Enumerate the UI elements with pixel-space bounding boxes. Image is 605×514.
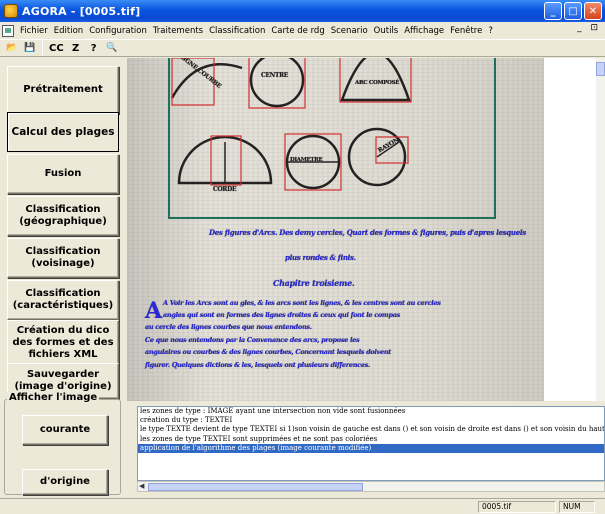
shape-label-corde: CORDE	[213, 186, 237, 193]
cc-button[interactable]: CC	[47, 41, 66, 56]
log-scroll-thumb[interactable]	[148, 483, 363, 491]
menu-configuration[interactable]: Configuration	[86, 26, 150, 36]
body-line-3: au cercle des lignes courbes que nous en…	[145, 323, 312, 331]
app-icon	[4, 4, 18, 18]
creation-dico-button[interactable]: Création du dico des formes et des fichi…	[7, 320, 119, 365]
save-icon[interactable]: 💾	[22, 41, 38, 56]
open-icon[interactable]: 📂	[4, 41, 20, 56]
body-line-6: figurer. Quelques dictions & les, lesque…	[145, 361, 370, 369]
maximize-button[interactable]: □	[564, 2, 582, 20]
log-line-selected[interactable]: application de l'algorithme des plages (…	[138, 443, 604, 454]
left-panel: Prétraitement Calcul des plages Fusion C…	[0, 58, 127, 495]
status-bar: 0005.tif NUM	[0, 498, 605, 514]
log-line[interactable]: les zones de type : IMAGE ayant une inte…	[138, 407, 604, 416]
menu-scenario[interactable]: Scenario	[328, 26, 371, 36]
drop-cap: A	[145, 298, 162, 324]
body-line-5: angulaires ou courbes & des lignes courb…	[145, 348, 391, 356]
document-icon[interactable]	[2, 24, 14, 37]
menu-affichage[interactable]: Affichage	[401, 26, 447, 36]
z-button[interactable]: Z	[68, 41, 84, 56]
menu-fenetre[interactable]: Fenêtre	[447, 26, 485, 36]
arc-shape	[340, 58, 411, 102]
status-file: 0005.tif	[478, 501, 556, 513]
window-controls: _ □ ✕	[544, 2, 602, 20]
body-line-4: Ce que nous entendons par la Convenance …	[145, 336, 360, 344]
document-viewer[interactable]: LIGNE COURBE CENTRE ARC COMPOSÉ CORDE DI…	[127, 58, 544, 401]
pretraitement-button[interactable]: Prétraitement	[7, 66, 119, 114]
menu-fichier[interactable]: Fichier	[17, 26, 51, 36]
classification-voisinage-button[interactable]: Classification (voisinage)	[7, 238, 119, 278]
body-line-1: A Voir les Arcs sont au gles, & les arcs…	[163, 299, 441, 307]
calcul-plages-button[interactable]: Calcul des plages	[7, 112, 119, 152]
display-image-group-title: Afficher l'image	[7, 392, 100, 403]
menu-help[interactable]: ?	[485, 26, 496, 36]
zoom-icon[interactable]: 🔍	[104, 41, 120, 56]
help-icon[interactable]: ?	[86, 41, 102, 56]
status-num: NUM	[559, 501, 595, 513]
menu-edition[interactable]: Edition	[51, 26, 86, 36]
log-panel[interactable]: les zones de type : IMAGE ayant une inte…	[137, 406, 605, 481]
detected-box-4	[210, 135, 242, 186]
classification-caracteristiques-button[interactable]: Classification (caractéristiques)	[7, 280, 119, 320]
circle-shape	[249, 58, 305, 108]
menu-outils[interactable]: Outils	[371, 26, 402, 36]
caption-line-1: Des figures d'Arcs. Des demy cercles, Qu…	[209, 228, 526, 237]
fusion-button[interactable]: Fusion	[7, 154, 119, 194]
log-line[interactable]: création du type : TEXTEI	[138, 416, 604, 425]
title-bar: AGORA - [0005.tif] _ □ ✕	[0, 0, 605, 22]
log-horizontal-scrollbar[interactable]: ◀	[137, 481, 605, 492]
mdi-controls[interactable]: _ ⊡	[577, 23, 601, 33]
log-line[interactable]: les zones de type TEXTEI sont supprimées…	[138, 435, 604, 444]
menu-carte[interactable]: Carte de rdg	[268, 26, 327, 36]
origine-button[interactable]: d'origine	[22, 469, 108, 495]
shape-label-centre: CENTRE	[261, 72, 289, 79]
detected-box-2	[248, 58, 306, 109]
menu-bar: Fichier Edition Configuration Traitement…	[0, 22, 605, 39]
scroll-left-icon[interactable]: ◀	[139, 482, 144, 490]
classification-geographique-button[interactable]: Classification (géographique)	[7, 196, 119, 236]
caption-line-2: plus rondes & finis.	[285, 253, 356, 262]
menu-classification[interactable]: Classification	[206, 26, 268, 36]
courante-button[interactable]: courante	[22, 415, 108, 445]
vertical-scrollbar[interactable]	[596, 58, 605, 401]
window-title: AGORA - [0005.tif]	[22, 4, 141, 18]
caption-line-3: Chapitre troisieme.	[273, 278, 355, 288]
shape-label-diametre: DIAMETRE	[290, 157, 323, 163]
log-line[interactable]: le type TEXTE devient de type TEXTEI si …	[138, 425, 604, 434]
close-button[interactable]: ✕	[584, 2, 602, 20]
toolbar-separator	[42, 41, 43, 55]
minimize-button[interactable]: _	[544, 2, 562, 20]
toolbar: 📂 💾 CC Z ? 🔍	[0, 39, 605, 57]
menu-traitements[interactable]: Traitements	[150, 26, 206, 36]
vertical-scroll-thumb[interactable]	[596, 62, 605, 76]
body-line-2: angles qui sont en formes des lignes dro…	[163, 311, 400, 319]
shape-label-arc: ARC COMPOSÉ	[355, 80, 400, 86]
